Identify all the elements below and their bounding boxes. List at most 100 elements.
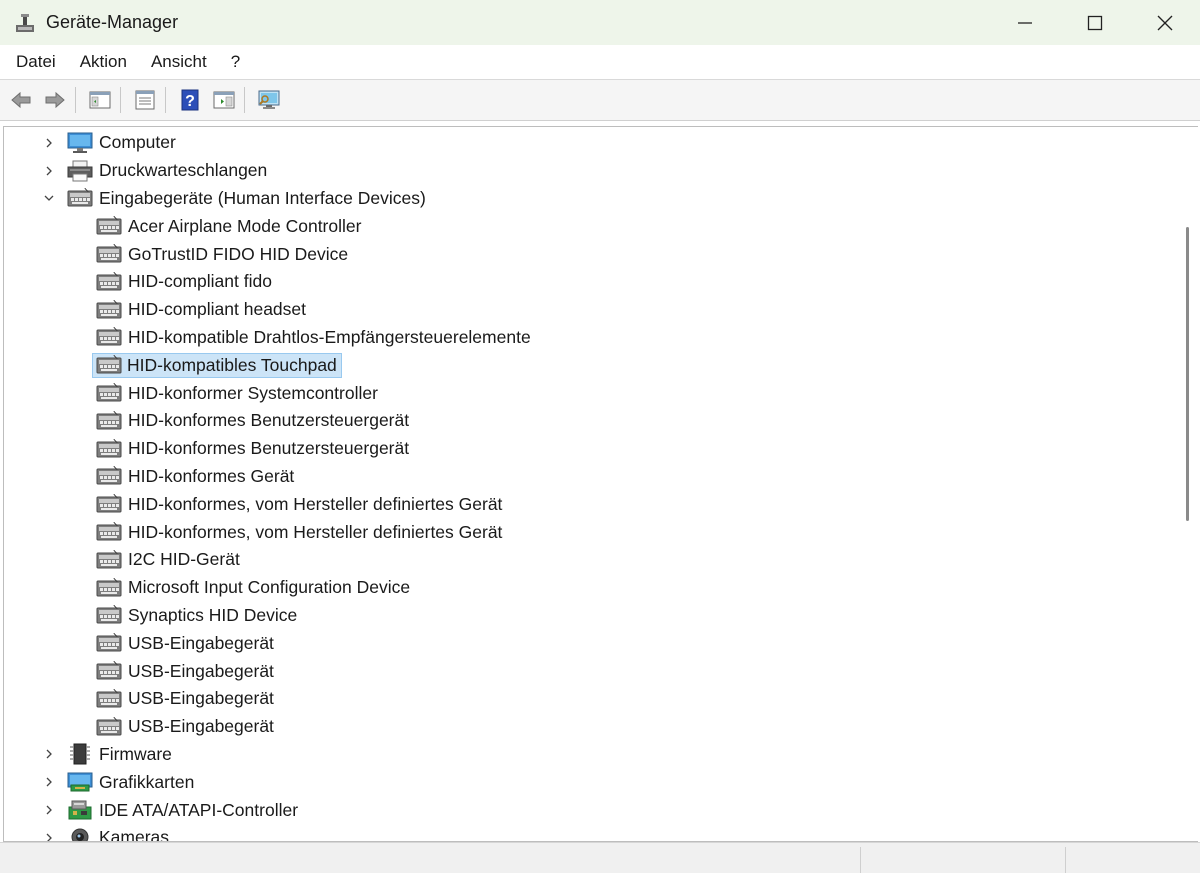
tree-item-label: GoTrustID FIDO HID Device xyxy=(128,243,349,264)
scrollbar-thumb[interactable] xyxy=(1186,227,1189,521)
tree-item-label: HID-konformes, vom Hersteller definierte… xyxy=(128,521,503,542)
tree-item-label: HID-konformes Benutzersteuergerät xyxy=(128,410,410,431)
help-button[interactable]: ? xyxy=(175,85,205,115)
tree-category[interactable]: Druckwarteschlangen xyxy=(4,157,1174,185)
tree-device-item[interactable]: HID-konformer Systemcontroller xyxy=(4,379,1174,407)
chevron-right-icon[interactable] xyxy=(42,831,56,841)
chevron-right-icon[interactable] xyxy=(42,136,56,150)
properties-button[interactable] xyxy=(130,85,160,115)
close-button[interactable] xyxy=(1130,0,1200,45)
hid-icon xyxy=(96,215,122,237)
tree-device-item[interactable]: HID-kompatible Drahtlos-Empfängersteuere… xyxy=(4,324,1174,352)
tree-device-item[interactable]: HID-kompatibles Touchpad xyxy=(4,351,1174,379)
scan-hardware-button[interactable] xyxy=(254,85,284,115)
back-button[interactable] xyxy=(6,85,36,115)
tree-item-label: HID-konformes Benutzersteuergerät xyxy=(128,438,410,459)
ide-controller-icon xyxy=(67,799,93,821)
window-title: Geräte-Manager xyxy=(46,12,179,32)
hid-icon xyxy=(96,271,122,293)
vertical-scrollbar[interactable] xyxy=(1176,127,1198,841)
action-pane-button[interactable] xyxy=(209,85,239,115)
status-divider xyxy=(860,847,861,873)
hid-icon xyxy=(96,521,122,543)
device-tree[interactable]: Computer Druckwarteschlangen Eingabegeräte… xyxy=(4,129,1174,842)
action-pane-icon xyxy=(213,91,235,109)
minimize-button[interactable] xyxy=(990,0,1060,45)
tree-device-item[interactable]: HID-konformes Benutzersteuergerät xyxy=(4,435,1174,463)
menu-datei[interactable]: Datei xyxy=(0,45,68,79)
tree-device-item[interactable]: USB-Eingabegerät xyxy=(4,629,1174,657)
tree-device-item[interactable]: HID-konformes, vom Hersteller definierte… xyxy=(4,518,1174,546)
tree-device-item[interactable]: HID-compliant fido xyxy=(4,268,1174,296)
tree-item-label: HID-konformes Gerät xyxy=(128,465,295,486)
tree-category[interactable]: Firmware xyxy=(4,741,1174,769)
hid-icon xyxy=(96,326,122,348)
toolbar-separator xyxy=(75,87,76,113)
menu-bar: Datei Aktion Ansicht ? xyxy=(0,45,1200,80)
toolbar-separator xyxy=(244,87,245,113)
tree-device-item[interactable]: HID-konformes Gerät xyxy=(4,463,1174,491)
tree-item-label: Kameras xyxy=(99,827,170,842)
help-icon: ? xyxy=(181,89,199,111)
tree-item-label: USB-Eingabegerät xyxy=(128,632,274,653)
hid-icon xyxy=(96,438,122,460)
hid-icon xyxy=(96,716,122,738)
tree-item-label: Microsoft Input Configuration Device xyxy=(128,577,411,598)
firmware-chip-icon xyxy=(67,743,93,765)
arrow-right-icon xyxy=(45,91,65,109)
chevron-right-icon[interactable] xyxy=(42,164,56,178)
tree-device-item[interactable]: I2C HID-Gerät xyxy=(4,546,1174,574)
close-icon xyxy=(1157,15,1173,30)
tree-category[interactable]: Kameras xyxy=(4,824,1174,842)
tree-device-item[interactable]: HID-konformes, vom Hersteller definierte… xyxy=(4,490,1174,518)
tree-device-item[interactable]: Synaptics HID Device xyxy=(4,602,1174,630)
hid-icon xyxy=(96,660,122,682)
menu-help[interactable]: ? xyxy=(219,45,252,79)
monitor-scan-icon xyxy=(258,90,280,109)
status-divider xyxy=(1065,847,1066,873)
menu-aktion[interactable]: Aktion xyxy=(68,45,139,79)
properties-icon xyxy=(135,90,155,110)
hid-icon xyxy=(96,465,122,487)
chevron-right-icon[interactable] xyxy=(42,775,56,789)
toolbar-separator xyxy=(165,87,166,113)
tree-device-item[interactable]: Microsoft Input Configuration Device xyxy=(4,574,1174,602)
chevron-right-icon[interactable] xyxy=(42,803,56,817)
computer-icon xyxy=(67,132,93,154)
hid-icon xyxy=(96,410,122,432)
tree-device-item[interactable]: USB-Eingabegerät xyxy=(4,657,1174,685)
tree-device-item[interactable]: USB-Eingabegerät xyxy=(4,685,1174,713)
tree-category[interactable]: Eingabegeräte (Human Interface Devices) xyxy=(4,185,1174,213)
chevron-right-icon[interactable] xyxy=(42,747,56,761)
menu-ansicht[interactable]: Ansicht xyxy=(139,45,219,79)
maximize-icon xyxy=(1087,15,1103,30)
tree-device-item[interactable]: GoTrustID FIDO HID Device xyxy=(4,240,1174,268)
tree-device-item[interactable]: USB-Eingabegerät xyxy=(4,713,1174,741)
tree-device-item[interactable]: HID-compliant headset xyxy=(4,296,1174,324)
tree-device-item[interactable]: HID-konformes Benutzersteuergerät xyxy=(4,407,1174,435)
tree-item-label: USB-Eingabegerät xyxy=(128,660,274,681)
svg-text:?: ? xyxy=(185,93,195,110)
hid-icon xyxy=(96,382,122,404)
maximize-button[interactable] xyxy=(1060,0,1130,45)
device-tree-pane[interactable]: Computer Druckwarteschlangen Eingabegeräte… xyxy=(3,126,1198,842)
tree-category[interactable]: IDE ATA/ATAPI-Controller xyxy=(4,796,1174,824)
tree-item-label: I2C HID-Gerät xyxy=(128,549,240,570)
chevron-down-icon[interactable] xyxy=(42,191,56,205)
tree-item-label: HID-compliant headset xyxy=(128,299,306,320)
tree-item-label: HID-compliant fido xyxy=(128,271,272,292)
tree-category[interactable]: Grafikkarten xyxy=(4,768,1174,796)
tree-item-label: HID-kompatibles Touchpad xyxy=(92,352,342,378)
printer-icon xyxy=(67,160,93,182)
tree-device-item[interactable]: Acer Airplane Mode Controller xyxy=(4,212,1174,240)
hid-icon xyxy=(96,354,122,376)
device-manager-app-icon xyxy=(16,13,34,32)
tree-item-label: Grafikkarten xyxy=(99,771,195,792)
hid-icon xyxy=(96,688,122,710)
tree-category[interactable]: Computer xyxy=(4,129,1174,157)
console-tree-button[interactable] xyxy=(85,85,115,115)
tree-item-label: Acer Airplane Mode Controller xyxy=(128,215,362,236)
console-tree-icon xyxy=(89,91,111,109)
forward-button[interactable] xyxy=(40,85,70,115)
arrow-left-icon xyxy=(11,91,31,109)
